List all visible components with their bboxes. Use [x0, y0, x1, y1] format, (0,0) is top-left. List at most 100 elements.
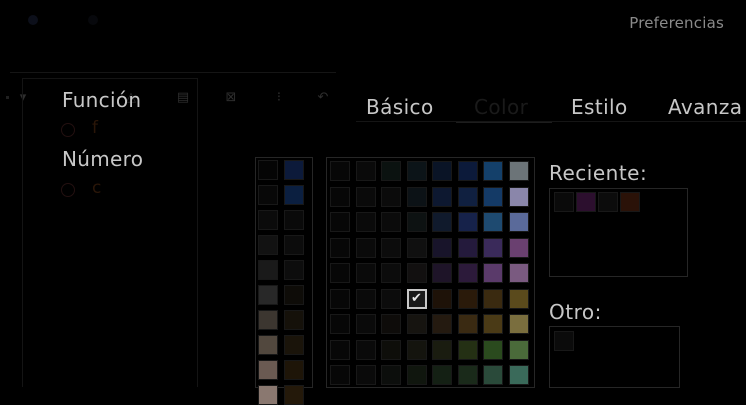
selected-swatch-check-icon[interactable]: ✔ — [406, 288, 427, 309]
palette-swatch[interactable] — [483, 365, 503, 385]
palette-swatch[interactable] — [508, 314, 529, 334]
sidebar-item-funcion[interactable]: Función — [62, 88, 141, 112]
palette-swatch[interactable] — [457, 365, 478, 385]
palette-swatch[interactable] — [381, 288, 401, 309]
palette-swatch[interactable] — [330, 161, 350, 181]
palette-swatch[interactable] — [406, 186, 427, 207]
palette-swatch[interactable] — [355, 263, 376, 283]
palette-swatch[interactable] — [406, 314, 427, 334]
palette-swatch[interactable] — [508, 161, 529, 181]
palette-swatch[interactable] — [483, 314, 503, 334]
palette-swatch[interactable] — [330, 288, 350, 309]
palette-swatch[interactable] — [406, 161, 427, 181]
palette-swatch[interactable] — [483, 212, 503, 232]
palette-swatch[interactable] — [381, 339, 401, 360]
recent-swatch[interactable] — [576, 192, 596, 212]
palette-swatch[interactable] — [508, 288, 529, 309]
palette-swatch[interactable] — [432, 263, 452, 283]
recent-swatch[interactable] — [620, 192, 640, 212]
palette-swatch[interactable] — [508, 237, 529, 258]
tab-estilo[interactable]: Estilo — [571, 95, 628, 119]
recent-swatch[interactable] — [598, 192, 618, 212]
palette-swatch[interactable] — [508, 263, 529, 283]
gray-swatch[interactable] — [258, 360, 278, 380]
palette-swatch[interactable] — [381, 314, 401, 334]
palette-swatch[interactable] — [483, 288, 503, 309]
palette-swatch[interactable] — [330, 237, 350, 258]
gray-swatch[interactable] — [258, 310, 278, 330]
palette-swatch[interactable] — [483, 186, 503, 207]
gray-swatch[interactable] — [258, 235, 278, 255]
palette-swatch[interactable] — [406, 339, 427, 360]
palette-swatch[interactable] — [355, 237, 376, 258]
gray-swatch[interactable] — [284, 385, 304, 405]
gray-swatch[interactable] — [258, 385, 278, 405]
palette-swatch[interactable] — [508, 186, 529, 207]
palette-swatch[interactable] — [457, 212, 478, 232]
undo-icon[interactable]: ↶ — [316, 90, 330, 106]
palette-swatch[interactable] — [381, 186, 401, 207]
palette-swatch[interactable] — [508, 339, 529, 360]
palette-swatch[interactable] — [355, 365, 376, 385]
palette-swatch[interactable] — [406, 365, 427, 385]
tab-avanzado[interactable]: Avanza — [668, 95, 742, 119]
window-control-dot[interactable] — [88, 15, 98, 25]
palette-swatch[interactable] — [381, 237, 401, 258]
palette-swatch[interactable] — [432, 339, 452, 360]
palette-swatch[interactable] — [483, 237, 503, 258]
palette-swatch[interactable] — [432, 161, 452, 181]
tab-color[interactable]: Color — [474, 95, 528, 119]
palette-swatch[interactable] — [508, 365, 529, 385]
info-icon[interactable]: ⁝ — [272, 90, 286, 106]
palette-swatch[interactable] — [483, 339, 503, 360]
gray-swatch[interactable] — [258, 160, 278, 180]
palette-swatch[interactable] — [432, 186, 452, 207]
select-icon[interactable]: ⊠ — [224, 90, 238, 106]
palette-swatch[interactable] — [355, 212, 376, 232]
palette-swatch[interactable] — [457, 186, 478, 207]
palette-swatch[interactable] — [355, 288, 376, 309]
palette-swatch[interactable] — [457, 161, 478, 181]
palette-swatch[interactable] — [381, 365, 401, 385]
palette-swatch[interactable] — [508, 212, 529, 232]
palette-swatch[interactable] — [330, 314, 350, 334]
palette-swatch[interactable] — [355, 186, 376, 207]
gray-swatch[interactable] — [284, 235, 304, 255]
palette-swatch[interactable] — [457, 288, 478, 309]
other-swatch[interactable] — [554, 331, 574, 351]
palette-swatch[interactable] — [406, 263, 427, 283]
palette-swatch[interactable] — [330, 339, 350, 360]
gray-swatch[interactable] — [284, 210, 304, 230]
palette-swatch[interactable] — [432, 314, 452, 334]
palette-swatch[interactable] — [406, 212, 427, 232]
palette-swatch[interactable] — [355, 161, 376, 181]
palette-swatch[interactable] — [355, 339, 376, 360]
palette-swatch[interactable] — [483, 263, 503, 283]
palette-swatch[interactable] — [330, 263, 350, 283]
palette-swatch[interactable] — [432, 212, 452, 232]
gray-swatch[interactable] — [258, 210, 278, 230]
gray-swatch[interactable] — [284, 360, 304, 380]
sidebar-item-numero[interactable]: Número — [62, 147, 143, 171]
palette-swatch[interactable] — [381, 263, 401, 283]
palette-swatch[interactable] — [381, 161, 401, 181]
palette-swatch[interactable] — [432, 237, 452, 258]
gray-swatch[interactable] — [284, 260, 304, 280]
gray-swatch[interactable] — [258, 260, 278, 280]
palette-swatch[interactable] — [330, 186, 350, 207]
gray-swatch[interactable] — [284, 285, 304, 305]
tab-basico[interactable]: Básico — [366, 95, 434, 119]
palette-swatch[interactable] — [330, 365, 350, 385]
palette-swatch[interactable] — [483, 161, 503, 181]
palette-swatch[interactable] — [406, 237, 427, 258]
palette-swatch[interactable] — [457, 314, 478, 334]
radio-f[interactable] — [61, 123, 75, 137]
gray-swatch[interactable] — [258, 285, 278, 305]
gray-swatch[interactable] — [284, 160, 304, 180]
gray-swatch[interactable] — [284, 335, 304, 355]
palette-swatch[interactable] — [457, 237, 478, 258]
window-control-dot[interactable] — [28, 15, 38, 25]
gray-swatch[interactable] — [284, 310, 304, 330]
recent-swatch[interactable] — [554, 192, 574, 212]
gray-swatch[interactable] — [284, 185, 304, 205]
